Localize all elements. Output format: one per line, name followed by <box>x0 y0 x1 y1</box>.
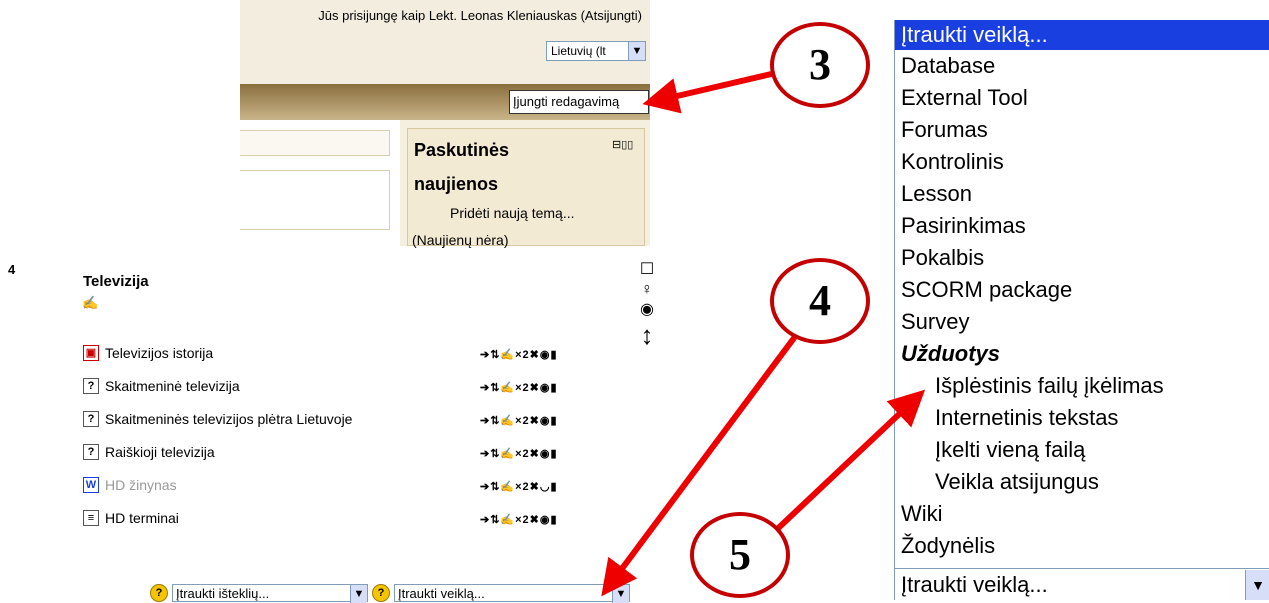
callout-4: 4 <box>770 258 870 344</box>
callout-3: 3 <box>770 22 870 108</box>
arrow-3 <box>642 69 781 114</box>
callout-5: 5 <box>690 512 790 598</box>
annotation-arrows <box>601 69 926 597</box>
arrow-5 <box>769 389 926 537</box>
